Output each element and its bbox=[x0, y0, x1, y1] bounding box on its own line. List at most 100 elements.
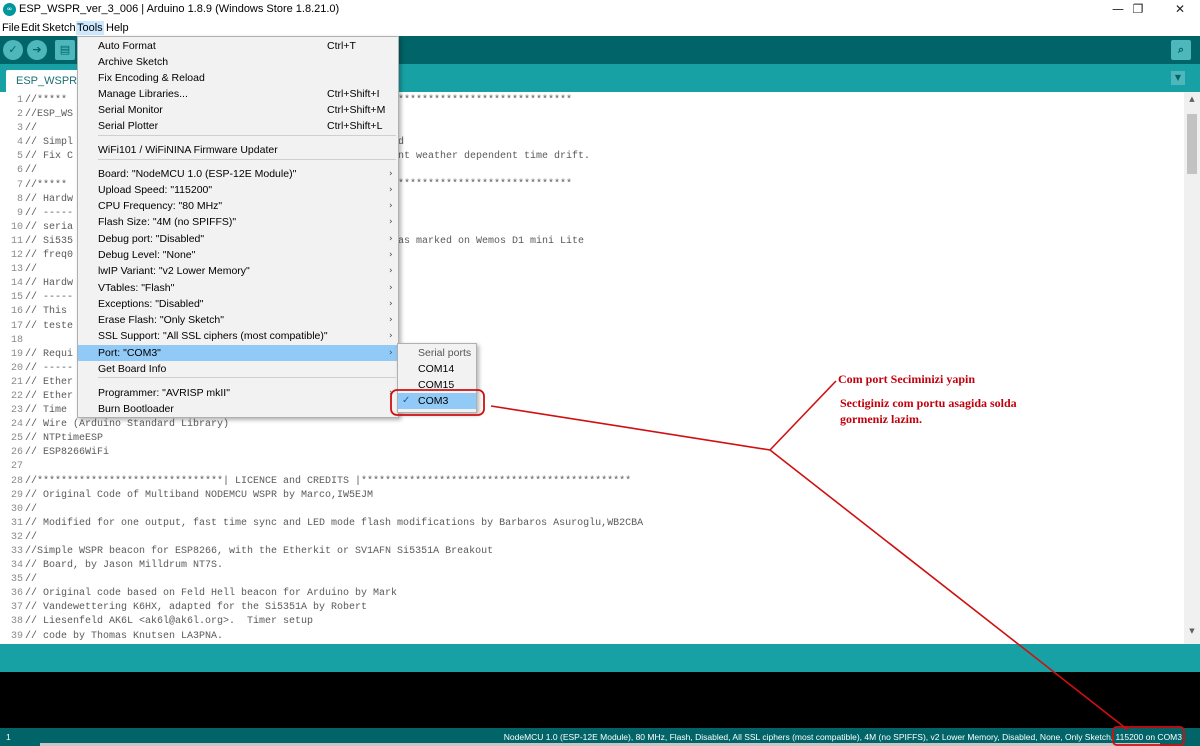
tools-menu-item-debug-port[interactable]: Debug port: "Disabled" › bbox=[78, 231, 398, 247]
code-text: // Si535 bbox=[25, 235, 74, 247]
code-line: 32// bbox=[0, 531, 1184, 545]
line-number: 33 bbox=[10, 546, 23, 557]
menu-item-label: Fix Encoding & Reload bbox=[98, 72, 205, 84]
menu-item-label: Burn Bootloader bbox=[98, 403, 174, 415]
port-submenu: Serial ports COM14 COM15 ✓ COM3 bbox=[397, 343, 477, 413]
verify-button[interactable]: ✓ bbox=[3, 40, 23, 60]
menu-tools[interactable]: Tools bbox=[76, 21, 104, 35]
code-text: // bbox=[25, 264, 38, 276]
tools-menu-item-wifi101-wifinina-firmware-updater[interactable]: WiFi101 / WiFiNINA Firmware Updater bbox=[78, 142, 398, 158]
editor-scrollbar[interactable]: ▲ ▼ bbox=[1184, 92, 1200, 644]
code-text: // Time bbox=[25, 405, 74, 417]
tools-menu-item-vtables[interactable]: VTables: "Flash" › bbox=[78, 280, 398, 296]
new-sketch-button[interactable]: ▤ bbox=[55, 40, 75, 60]
line-number: 4 bbox=[16, 137, 23, 149]
tools-menu-item-erase-flash[interactable]: Erase Flash: "Only Sketch" › bbox=[78, 312, 398, 328]
menu-item-shortcut: Ctrl+Shift+I bbox=[327, 88, 380, 100]
code-line: 37// Vandewettering K6HX, adapted for th… bbox=[0, 601, 1184, 615]
tools-menu-item-board[interactable]: Board: "NodeMCU 1.0 (ESP-12E Module)" › bbox=[78, 166, 398, 182]
code-text: // bbox=[25, 531, 38, 543]
line-number: 27 bbox=[10, 461, 23, 473]
line-number: 39 bbox=[10, 630, 23, 642]
tools-menu-item-upload-speed[interactable]: Upload Speed: "115200" › bbox=[78, 182, 398, 198]
menu-help[interactable]: Help bbox=[105, 21, 130, 35]
line-number: 34 bbox=[10, 560, 23, 572]
code-text: // Original Code of Multiband NODEMCU WS… bbox=[25, 489, 374, 501]
serial-ports-header: Serial ports bbox=[418, 347, 472, 359]
code-line: 38// Liesenfeld AK6L <ak6l@ak6l.org>. Ti… bbox=[0, 615, 1184, 629]
status-bar: 1 NodeMCU 1.0 (ESP-12E Module), 80 MHz, … bbox=[0, 728, 1200, 746]
menu-item-shortcut: Ctrl+T bbox=[327, 40, 356, 52]
tools-menu-item-auto-format[interactable]: Auto Format Ctrl+T bbox=[78, 38, 398, 54]
menubar: File Edit Sketch Tools Help bbox=[0, 20, 1200, 36]
tools-menu-item-programmer[interactable]: Programmer: "AVRISP mkII" › bbox=[78, 385, 398, 401]
tools-menu-item-burn-bootloader[interactable]: Burn Bootloader bbox=[78, 401, 398, 417]
menu-file[interactable]: File bbox=[1, 21, 21, 35]
tools-menu-item-serial-monitor[interactable]: Serial Monitor Ctrl+Shift+M bbox=[78, 102, 398, 118]
tools-menu-item-lwip-variant[interactable]: lwIP Variant: "v2 Lower Memory" › bbox=[78, 263, 398, 279]
submenu-arrow-icon: › bbox=[389, 299, 393, 309]
line-number: 16 bbox=[10, 306, 23, 318]
port-item-com15[interactable]: COM15 bbox=[398, 377, 476, 393]
tools-menu-item-port[interactable]: Port: "COM3" › bbox=[78, 345, 398, 361]
serial-monitor-button[interactable]: ⌕ bbox=[1171, 40, 1191, 60]
menu-separator bbox=[98, 377, 396, 378]
window-title: ESP_WSPR_ver_3_006 | Arduino 1.8.9 (Wind… bbox=[19, 3, 340, 15]
code-text: // bbox=[25, 503, 38, 515]
line-number: 36 bbox=[10, 588, 23, 600]
line-number: 11 bbox=[10, 235, 23, 247]
upload-button[interactable]: ➔ bbox=[27, 40, 47, 60]
line-number: 5 bbox=[16, 151, 23, 163]
tools-menu-item-cpu-frequency[interactable]: CPU Frequency: "80 MHz" › bbox=[78, 198, 398, 214]
checkmark-icon: ✓ bbox=[402, 395, 411, 406]
menu-sketch[interactable]: Sketch bbox=[41, 21, 77, 35]
code-text: // ----- bbox=[25, 292, 74, 304]
line-number: 24 bbox=[10, 419, 23, 431]
tools-menu-item-fix-encoding-reload[interactable]: Fix Encoding & Reload bbox=[78, 70, 398, 86]
menu-item-label: Manage Libraries... bbox=[98, 88, 188, 100]
line-number: 3 bbox=[16, 123, 23, 135]
port-item-com14[interactable]: COM14 bbox=[398, 361, 476, 377]
code-fragment: ***************************** bbox=[398, 179, 573, 190]
submenu-arrow-icon: › bbox=[389, 315, 393, 325]
close-button[interactable]: ✕ bbox=[1160, 0, 1200, 20]
code-text: // Ether bbox=[25, 390, 74, 402]
scroll-up-arrow-icon[interactable]: ▲ bbox=[1184, 92, 1200, 106]
tools-menu: Auto Format Ctrl+T Archive Sketch Fix Encod… bbox=[77, 36, 399, 418]
tab-menu-button[interactable]: ▼ bbox=[1171, 71, 1185, 85]
submenu-arrow-icon: › bbox=[389, 388, 393, 398]
line-number: 10 bbox=[10, 221, 23, 233]
console-output[interactable] bbox=[0, 672, 1200, 728]
code-text: //ESP_WS bbox=[25, 109, 74, 121]
menu-item-label: Serial Monitor bbox=[98, 104, 163, 116]
tools-menu-item-archive-sketch[interactable]: Archive Sketch bbox=[78, 54, 398, 70]
tools-menu-item-manage-libraries[interactable]: Manage Libraries... Ctrl+Shift+I bbox=[78, 86, 398, 102]
annotation-text: Com port Seciminizi yapin bbox=[838, 372, 975, 386]
code-line: 36// Original code based on Feld Hell be… bbox=[0, 587, 1184, 601]
scroll-down-arrow-icon[interactable]: ▼ bbox=[1184, 624, 1200, 638]
restore-button[interactable]: ❐ bbox=[1118, 0, 1158, 20]
line-number: 19 bbox=[10, 348, 23, 360]
tools-menu-item-get-board-info[interactable]: Get Board Info bbox=[78, 361, 398, 377]
menu-edit[interactable]: Edit bbox=[20, 21, 41, 35]
code-line: 24// Wire (Arduino Standard Library) bbox=[0, 418, 1184, 432]
port-item-com3[interactable]: ✓ COM3 bbox=[398, 393, 476, 409]
tools-menu-item-debug-level[interactable]: Debug Level: "None" › bbox=[78, 247, 398, 263]
scroll-thumb[interactable] bbox=[1187, 114, 1197, 174]
tools-menu-item-flash-size[interactable]: Flash Size: "4M (no SPIFFS)" › bbox=[78, 214, 398, 230]
tools-menu-item-exceptions[interactable]: Exceptions: "Disabled" › bbox=[78, 296, 398, 312]
code-line: 33//Simple WSPR beacon for ESP8266, with… bbox=[0, 545, 1184, 559]
line-number: 14 bbox=[10, 278, 23, 290]
code-text: // Modified for one output, fast time sy… bbox=[25, 517, 644, 529]
menu-item-label: Exceptions: "Disabled" bbox=[98, 298, 204, 310]
code-text: //*******************************| LICEN… bbox=[25, 475, 632, 487]
tools-menu-item-serial-plotter[interactable]: Serial Plotter Ctrl+Shift+L bbox=[78, 118, 398, 134]
tools-menu-item-ssl-support[interactable]: SSL Support: "All SSL ciphers (most comp… bbox=[78, 328, 398, 344]
menu-item-label: Upload Speed: "115200" bbox=[98, 184, 213, 196]
submenu-arrow-icon: › bbox=[389, 234, 393, 244]
submenu-arrow-icon: › bbox=[389, 217, 393, 227]
code-line: 26// ESP8266WiFi bbox=[0, 446, 1184, 460]
tab-sketch[interactable]: ESP_WSPR_ver_3_006 bbox=[6, 70, 135, 92]
menu-item-label: Port: "COM3" bbox=[98, 347, 161, 359]
menu-item-label: Erase Flash: "Only Sketch" bbox=[98, 314, 224, 326]
